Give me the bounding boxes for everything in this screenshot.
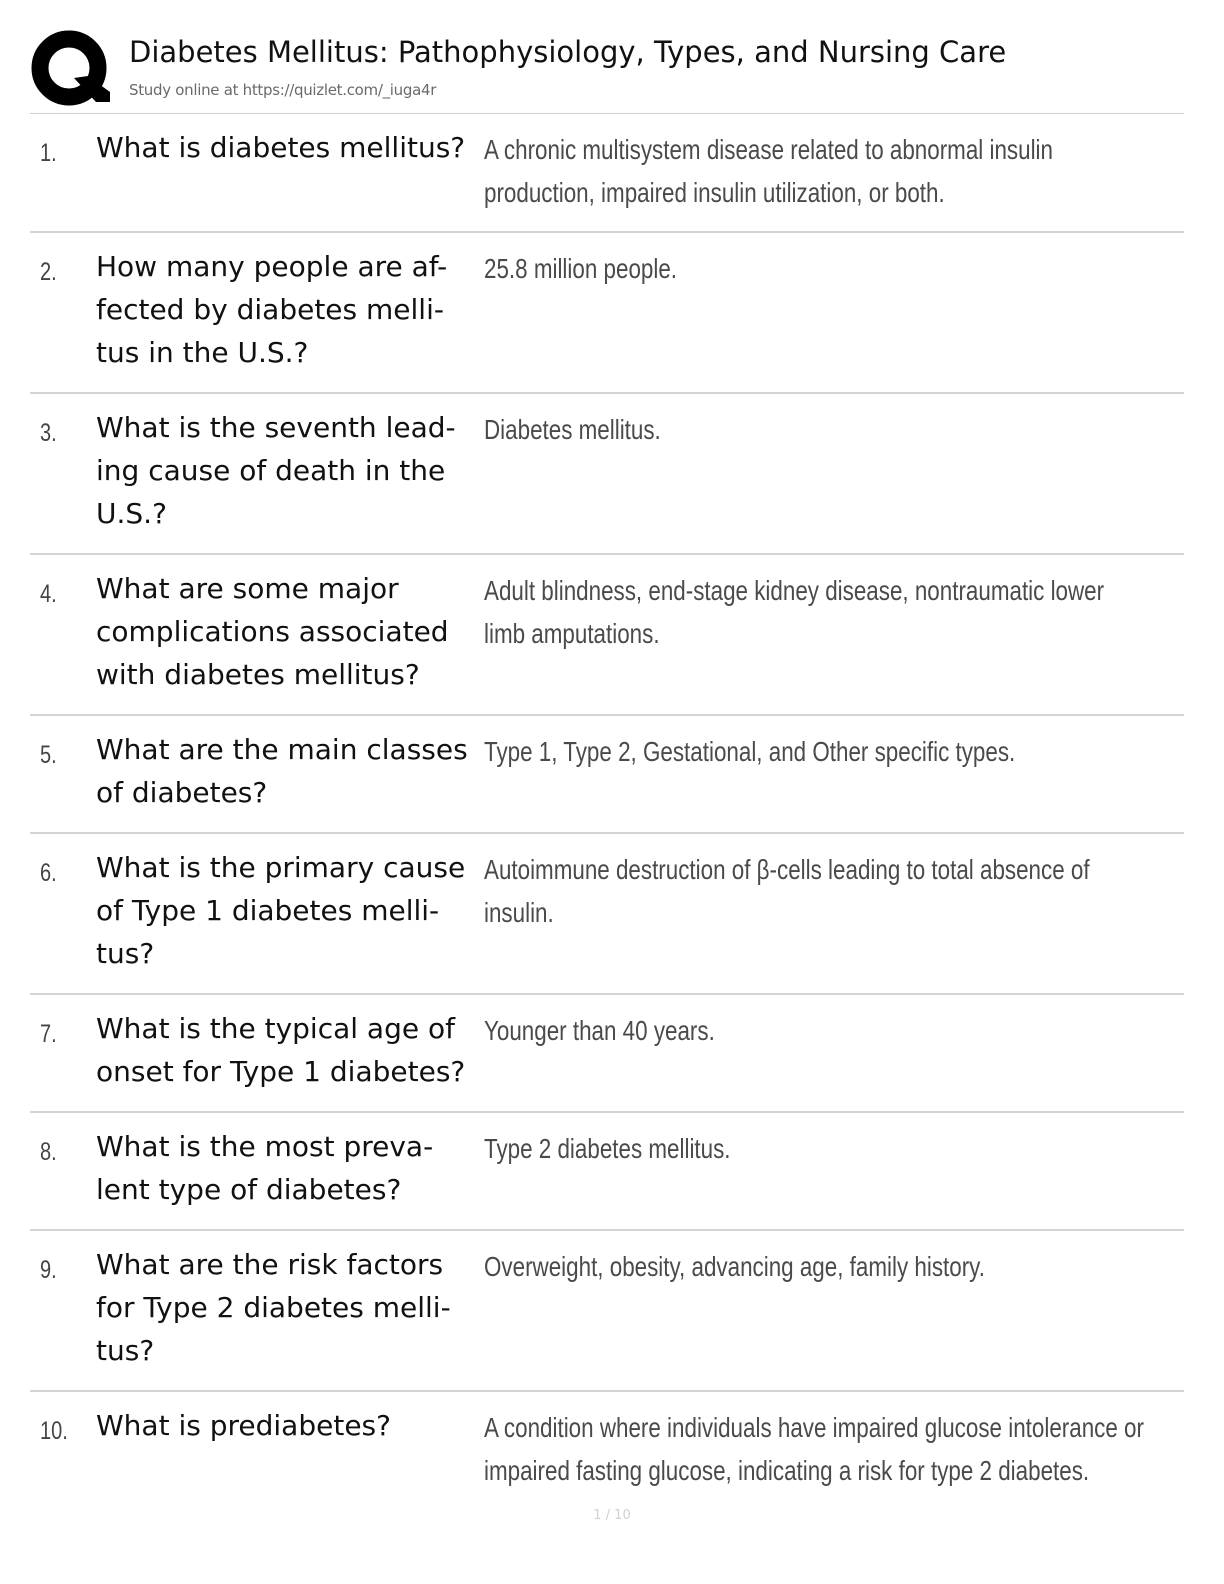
- card-definition: Type 1, Type 2, Gestational, and Other s…: [484, 736, 1016, 767]
- card-number: 7.: [40, 1020, 57, 1048]
- card-term: What is prediabetes?: [96, 1409, 391, 1442]
- card-number: 8.: [40, 1138, 57, 1166]
- card-term: What is the seventh lead-ing cause of de…: [96, 411, 456, 530]
- flashcard-row: 5. What are the main classes of diabetes…: [30, 716, 1184, 834]
- flashcard-row: 4. What are some major complications ass…: [30, 555, 1184, 716]
- card-number: 10.: [40, 1417, 68, 1445]
- card-term: What is the typical age of onset for Typ…: [96, 1012, 466, 1088]
- flashcard-row: 6. What is the primary cause of Type 1 d…: [30, 834, 1184, 995]
- flashcard-row: 7. What is the typical age of onset for …: [30, 995, 1184, 1113]
- card-definition: 25.8 million people.: [484, 253, 678, 284]
- page-number: 1 / 10: [593, 1508, 631, 1523]
- card-number: 4.: [40, 580, 57, 608]
- card-definition: Type 2 diabetes mellitus.: [484, 1133, 731, 1164]
- flashcard-row: 2. How many people are af-fected by diab…: [30, 233, 1184, 394]
- card-term: How many people are af-fected by diabete…: [96, 250, 448, 369]
- card-number: 1.: [40, 139, 57, 167]
- page-title: Diabetes Mellitus: Pathophysiology, Type…: [129, 35, 1007, 69]
- flashcard-row: 9. What are the risk factors for Type 2 …: [30, 1231, 1184, 1392]
- card-number: 5.: [40, 741, 57, 769]
- card-definition: Diabetes mellitus.: [484, 414, 661, 445]
- card-definition: Adult blindness, end-stage kidney diseas…: [484, 575, 1105, 649]
- card-term: What are the main classes of diabetes?: [96, 733, 468, 809]
- card-definition: Younger than 40 years.: [484, 1015, 715, 1046]
- card-definition: A condition where individuals have impai…: [484, 1412, 1144, 1486]
- flashcard-row: 10. What is prediabetes? A condition whe…: [30, 1392, 1184, 1510]
- card-term: What is the most preva-lent type of diab…: [96, 1130, 434, 1206]
- card-definition: Autoimmune destruction of β-cells leadin…: [484, 854, 1090, 928]
- flashcard-row: 1. What is diabetes mellitus? A chronic …: [30, 114, 1184, 233]
- card-number: 3.: [40, 419, 57, 447]
- card-term: What is the primary cause of Type 1 diab…: [96, 851, 466, 970]
- quizlet-logo-icon: [30, 30, 110, 110]
- card-definition: Overweight, obesity, advancing age, fami…: [484, 1251, 985, 1282]
- flashcard-list: 1. What is diabetes mellitus? A chronic …: [30, 114, 1184, 1510]
- flashcard-row: 8. What is the most preva-lent type of d…: [30, 1113, 1184, 1231]
- study-online-link[interactable]: Study online at https://quizlet.com/_iug…: [129, 80, 436, 100]
- page-header: Diabetes Mellitus: Pathophysiology, Type…: [30, 28, 1184, 114]
- card-term: What are the risk factors for Type 2 dia…: [96, 1248, 451, 1367]
- card-term: What is diabetes mellitus?: [96, 131, 466, 164]
- card-definition: A chronic multisystem disease related to…: [484, 134, 1053, 208]
- card-number: 2.: [40, 258, 57, 286]
- card-number: 9.: [40, 1256, 57, 1284]
- flashcard-row: 3. What is the seventh lead-ing cause of…: [30, 394, 1184, 555]
- card-number: 6.: [40, 859, 57, 887]
- card-term: What are some major complications associ…: [96, 572, 449, 691]
